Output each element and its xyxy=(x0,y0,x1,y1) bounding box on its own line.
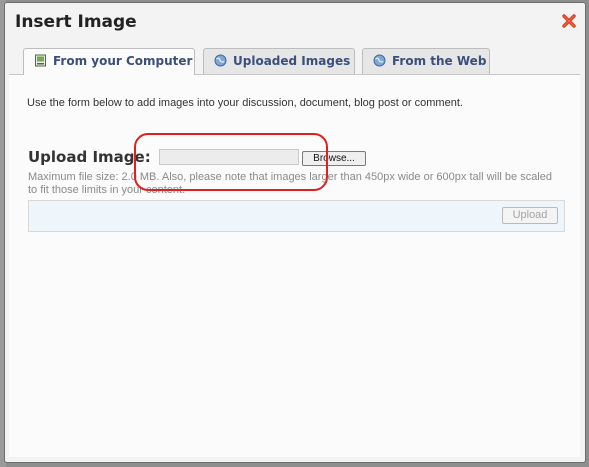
close-icon[interactable] xyxy=(561,13,577,29)
dialog-title: Insert Image xyxy=(15,12,137,32)
tab-label: From your Computer xyxy=(53,54,193,68)
upload-button[interactable]: Upload xyxy=(502,207,558,224)
tab-from-the-web[interactable]: From the Web xyxy=(362,48,490,74)
computer-icon xyxy=(34,51,47,67)
insert-image-dialog: Insert Image From your Computer Uploaded… xyxy=(4,2,586,463)
tab-uploaded-images[interactable]: Uploaded Images xyxy=(203,48,355,74)
file-path-input[interactable] xyxy=(159,149,299,165)
upload-bar: Upload xyxy=(28,200,565,232)
tab-label: Uploaded Images xyxy=(233,54,351,68)
tab-label: From the Web xyxy=(392,54,487,68)
intro-text: Use the form below to add images into yo… xyxy=(27,97,463,109)
globe-icon xyxy=(214,51,227,67)
tab-panel: Use the form below to add images into yo… xyxy=(9,74,580,457)
file-size-note: Maximum file size: 2.0 MB. Also, please … xyxy=(28,171,552,196)
globe-icon xyxy=(373,51,386,67)
upload-image-label: Upload Image: xyxy=(28,148,151,166)
browse-button[interactable]: Browse... xyxy=(302,151,366,166)
tab-from-your-computer[interactable]: From your Computer xyxy=(23,48,195,75)
